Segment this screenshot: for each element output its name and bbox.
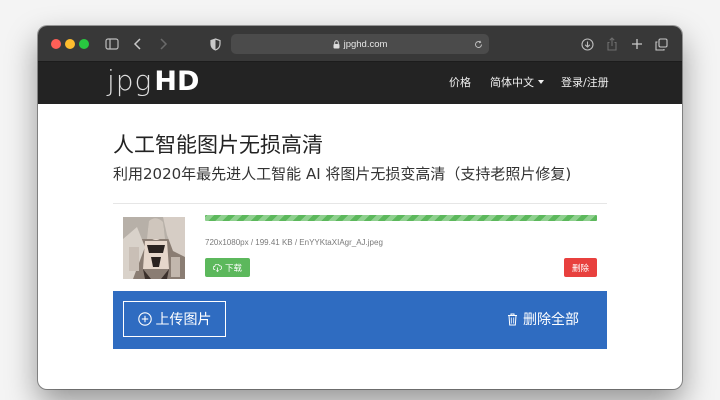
nav-item-login[interactable]: 登录/注册 (561, 76, 609, 90)
nav-item-language[interactable]: 简体中文 (490, 76, 544, 90)
site-navbar: jpg HD 价格 简体中文 登录/注册 (38, 62, 682, 104)
upload-progress-bar (205, 215, 597, 221)
page-subtitle: 利用2020年最先进人工智能 AI 将图片无损变高清（支持老照片修复) (113, 165, 572, 183)
reload-icon[interactable] (472, 38, 484, 50)
share-icon[interactable] (602, 34, 622, 54)
file-item: 720x1080px / 199.41 KB / EnYYKtaXIAgr_AJ… (113, 204, 607, 291)
shield-icon[interactable] (205, 34, 225, 54)
back-icon[interactable] (128, 34, 148, 54)
address-bar[interactable]: jpghd.com (231, 34, 489, 54)
delete-all-label: 删除全部 (523, 311, 579, 327)
image-thumbnail[interactable] (123, 217, 185, 279)
trash-icon (507, 313, 518, 326)
delete-all-button[interactable]: 删除全部 (507, 309, 579, 329)
close-window-button[interactable] (51, 39, 61, 49)
site-logo[interactable]: jpg HD (107, 64, 199, 100)
delete-button[interactable]: 删除 (564, 258, 597, 277)
minimize-window-button[interactable] (65, 39, 75, 49)
nav-item-pricing[interactable]: 价格 (449, 76, 471, 90)
zoom-window-button[interactable] (79, 39, 89, 49)
new-tab-icon[interactable] (627, 34, 647, 54)
download-button[interactable]: 下载 (205, 258, 250, 277)
lock-icon (333, 39, 340, 49)
upload-label: 上传图片 (155, 311, 212, 327)
chevron-down-icon (538, 80, 544, 84)
download-label: 下载 (224, 262, 242, 273)
forward-icon[interactable] (153, 34, 173, 54)
plus-circle-icon (137, 312, 152, 326)
logo-text-thin: jpg (107, 64, 153, 97)
file-info: 720x1080px / 199.41 KB / EnYYKtaXIAgr_AJ… (205, 238, 383, 247)
sidebar-icon[interactable] (102, 34, 122, 54)
logo-text-bold: HD (154, 66, 200, 97)
tabs-icon[interactable] (651, 34, 671, 54)
upload-button[interactable]: 上传图片 (123, 301, 226, 337)
upload-panel: 上传图片 删除全部 (113, 291, 607, 349)
browser-toolbar: jpghd.com (38, 26, 682, 62)
browser-window: jpghd.com jpg HD 价格 简体中文 登录/注册 人工智能图片无损高… (38, 26, 682, 389)
page-title: 人工智能图片无损高清 (113, 133, 323, 157)
download-icon[interactable] (577, 34, 597, 54)
address-text: jpghd.com (343, 38, 388, 50)
cloud-download-icon (212, 263, 222, 272)
language-label: 简体中文 (490, 76, 534, 89)
